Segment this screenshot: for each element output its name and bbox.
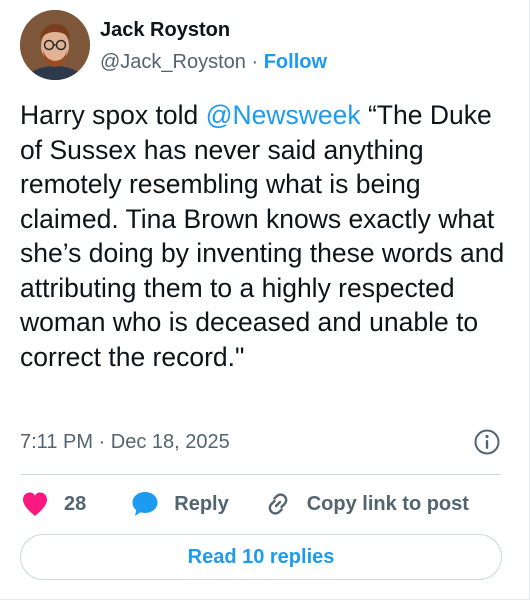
handle-row: @Jack_Royston · Follow <box>100 48 327 76</box>
info-icon[interactable] <box>473 428 501 456</box>
link-icon <box>268 493 288 515</box>
divider <box>20 474 501 475</box>
copy-link-label: Copy link to post <box>306 492 469 515</box>
tweet-card: Jack Royston @Jack_Royston · Follow Harr… <box>0 0 530 600</box>
read-replies-button[interactable]: Read 10 replies <box>20 534 502 580</box>
heart-icon <box>23 492 47 516</box>
reply-label: Reply <box>174 492 229 515</box>
action-bar: 28 Reply Copy link to post <box>20 486 469 522</box>
reply-bubble-icon <box>132 492 158 516</box>
author-handle[interactable]: @Jack_Royston <box>100 51 246 73</box>
avatar[interactable] <box>20 10 90 80</box>
tweet-text: Harry spox told @Newsweek “The Duke of S… <box>20 98 515 374</box>
reply-button[interactable]: Reply <box>130 489 229 519</box>
tweet-text-before: Harry spox told <box>20 100 206 130</box>
tweet-timestamp[interactable]: 7:11 PM · Dec 18, 2025 <box>20 431 230 454</box>
author-display-name[interactable]: Jack Royston <box>100 17 327 43</box>
avatar-image <box>20 10 90 80</box>
tweet-header: Jack Royston @Jack_Royston · Follow <box>20 10 327 80</box>
author-names: Jack Royston @Jack_Royston · Follow <box>100 17 327 76</box>
follow-button[interactable]: Follow <box>264 51 327 73</box>
tweet-text-after: “The Duke of Sussex has never said anyth… <box>20 100 512 372</box>
mention-link[interactable]: @Newsweek <box>206 100 361 130</box>
tweet-meta-row: 7:11 PM · Dec 18, 2025 <box>20 428 501 456</box>
copy-link-button[interactable]: Copy link to post <box>263 489 469 519</box>
like-button[interactable]: 28 <box>20 490 86 518</box>
handle-separator: · <box>245 50 264 73</box>
like-count: 28 <box>64 492 87 515</box>
